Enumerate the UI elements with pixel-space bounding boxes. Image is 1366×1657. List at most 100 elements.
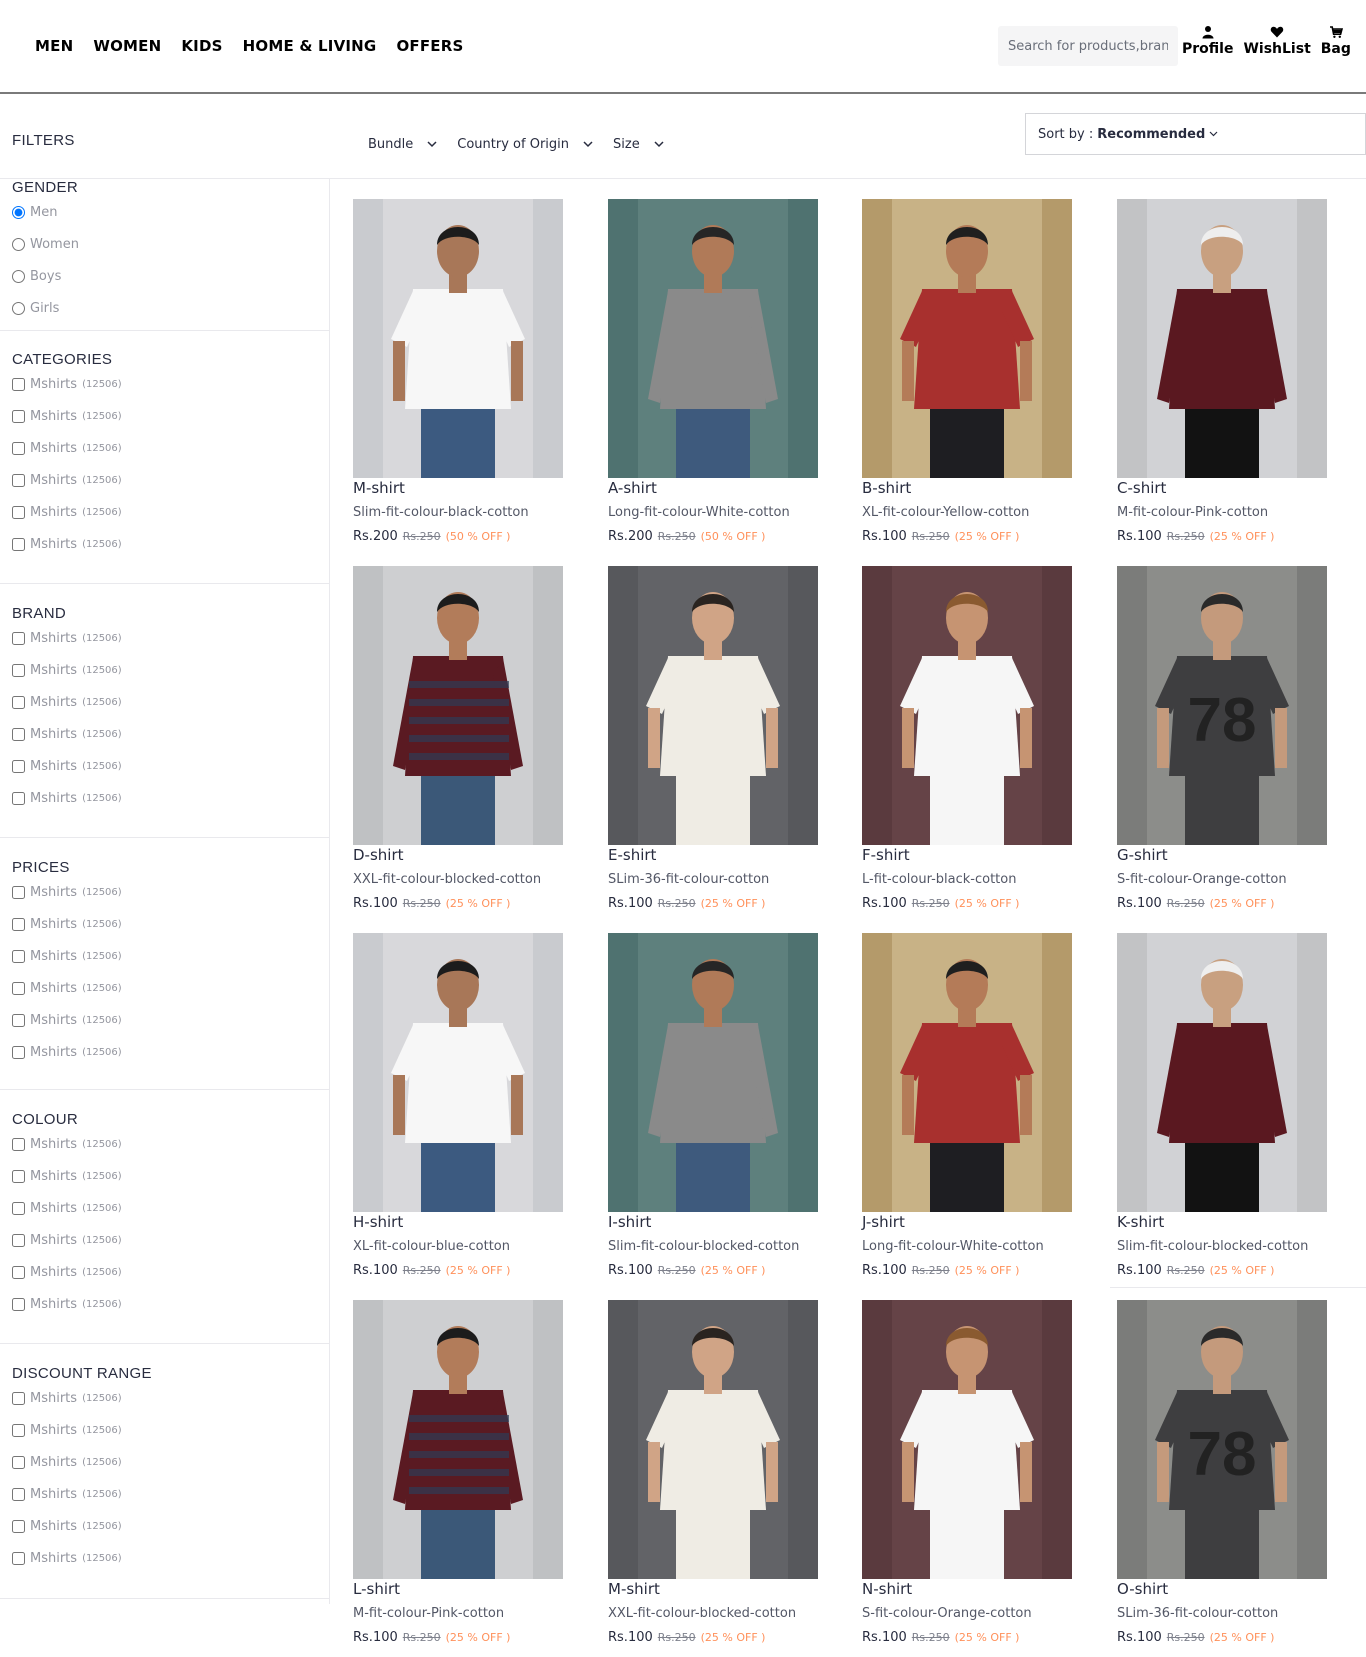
filter-option[interactable]: Mshirts (12506) <box>12 981 122 996</box>
product-image[interactable] <box>608 566 818 845</box>
filter-checkbox[interactable] <box>12 1046 25 1059</box>
nav-men[interactable]: MEN <box>35 37 73 55</box>
nav-home-living[interactable]: HOME & LIVING <box>243 37 377 55</box>
filter-checkbox[interactable] <box>12 1234 25 1247</box>
product-card[interactable]: N-shirt S-fit-colour-Orange-cotton Rs.100 R… <box>862 1300 1074 1645</box>
product-card[interactable]: H-shirt XL-fit-colour-blue-cotton Rs.100 Rs… <box>353 933 565 1278</box>
product-card[interactable]: L-shirt M-fit-colour-Pink-cotton Rs.100 Rs.… <box>353 1300 565 1645</box>
gender-option-men[interactable]: Men <box>12 205 57 220</box>
product-card[interactable]: E-shirt SLim-36-fit-colour-cotton Rs.100 Rs… <box>608 566 820 911</box>
gender-option-girls[interactable]: Girls <box>12 301 59 316</box>
filter-checkbox[interactable] <box>12 1424 25 1437</box>
filter-option[interactable]: Mshirts (12506) <box>12 1013 122 1028</box>
product-image[interactable] <box>353 933 563 1212</box>
filter-option[interactable]: Mshirts (12506) <box>12 1423 122 1438</box>
filter-option[interactable]: Mshirts (12506) <box>12 791 122 806</box>
filter-checkbox[interactable] <box>12 1392 25 1405</box>
product-image[interactable] <box>353 1300 563 1579</box>
product-card[interactable]: J-shirt Long-fit-colour-White-cotton Rs.10… <box>862 933 1074 1278</box>
filter-option[interactable]: Mshirts (12506) <box>12 473 122 488</box>
filter-option[interactable]: Mshirts (12506) <box>12 1551 122 1566</box>
filter-checkbox[interactable] <box>12 886 25 899</box>
filter-option[interactable]: Mshirts (12506) <box>12 409 122 424</box>
product-card[interactable]: D-shirt XXL-fit-colour-blocked-cotton Rs.1… <box>353 566 565 911</box>
filter-checkbox[interactable] <box>12 982 25 995</box>
filter-checkbox[interactable] <box>12 1170 25 1183</box>
product-card[interactable]: M-shirt Slim-fit-colour-black-cotton Rs.20… <box>353 199 565 544</box>
filter-option[interactable]: Mshirts (12506) <box>12 377 122 392</box>
filter-checkbox[interactable] <box>12 1266 25 1279</box>
filter-size[interactable]: Size <box>613 137 664 152</box>
bag-button[interactable]: Bag <box>1321 25 1351 57</box>
filter-option[interactable]: Mshirts (12506) <box>12 505 122 520</box>
gender-radio[interactable] <box>12 206 25 219</box>
nav-kids[interactable]: KIDS <box>181 37 222 55</box>
product-image[interactable] <box>353 566 563 845</box>
filter-option[interactable]: Mshirts (12506) <box>12 1455 122 1470</box>
product-image[interactable] <box>1117 933 1327 1212</box>
product-image[interactable] <box>608 933 818 1212</box>
filter-checkbox[interactable] <box>12 1138 25 1151</box>
product-card[interactable]: K-shirt Slim-fit-colour-blocked-cotton Rs.… <box>1117 933 1329 1278</box>
filter-option[interactable]: Mshirts (12506) <box>12 441 122 456</box>
filter-checkbox[interactable] <box>12 1488 25 1501</box>
filter-option[interactable]: Mshirts (12506) <box>12 1265 122 1280</box>
filter-checkbox[interactable] <box>12 538 25 551</box>
product-image[interactable] <box>862 933 1072 1212</box>
filter-checkbox[interactable] <box>12 1456 25 1469</box>
filter-checkbox[interactable] <box>12 1202 25 1215</box>
filter-option[interactable]: Mshirts (12506) <box>12 1137 122 1152</box>
filter-checkbox[interactable] <box>12 474 25 487</box>
nav-offers[interactable]: OFFERS <box>396 37 463 55</box>
filter-checkbox[interactable] <box>12 664 25 677</box>
product-image[interactable]: 78 <box>1117 566 1327 845</box>
filter-option[interactable]: Mshirts (12506) <box>12 1487 122 1502</box>
product-card[interactable]: 78 G-shirt S-fit-colour-Orange-cotton Rs.10… <box>1117 566 1329 911</box>
filter-checkbox[interactable] <box>12 506 25 519</box>
product-image[interactable] <box>608 199 818 478</box>
product-card[interactable]: M-shirt XXL-fit-colour-blocked-cotton Rs.1… <box>608 1300 820 1645</box>
filter-checkbox[interactable] <box>12 378 25 391</box>
filter-option[interactable]: Mshirts (12506) <box>12 663 122 678</box>
product-card[interactable]: A-shirt Long-fit-colour-White-cotton Rs.20… <box>608 199 820 544</box>
filter-option[interactable]: Mshirts (12506) <box>12 949 122 964</box>
filter-checkbox[interactable] <box>12 696 25 709</box>
product-image[interactable] <box>1117 199 1327 478</box>
gender-radio[interactable] <box>12 270 25 283</box>
product-card[interactable]: F-shirt L-fit-colour-black-cotton Rs.100 Rs… <box>862 566 1074 911</box>
filter-option[interactable]: Mshirts (12506) <box>12 917 122 932</box>
filter-checkbox[interactable] <box>12 1014 25 1027</box>
product-card[interactable]: B-shirt XL-fit-colour-Yellow-cotton Rs.100… <box>862 199 1074 544</box>
gender-radio[interactable] <box>12 302 25 315</box>
gender-option-boys[interactable]: Boys <box>12 269 61 284</box>
product-card[interactable]: 78 O-shirt SLim-36-fit-colour-cotton Rs.100… <box>1117 1300 1329 1645</box>
filter-checkbox[interactable] <box>12 632 25 645</box>
product-card[interactable]: I-shirt Slim-fit-colour-blocked-cotton Rs.… <box>608 933 820 1278</box>
filter-country-of-origin[interactable]: Country of Origin <box>457 137 593 152</box>
search-input[interactable] <box>998 26 1178 66</box>
filter-option[interactable]: Mshirts (12506) <box>12 1233 122 1248</box>
filter-checkbox[interactable] <box>12 792 25 805</box>
filter-checkbox[interactable] <box>12 918 25 931</box>
product-image[interactable]: 78 <box>1117 1300 1327 1579</box>
filter-checkbox[interactable] <box>12 1298 25 1311</box>
filter-bundle[interactable]: Bundle <box>368 137 437 152</box>
filter-option[interactable]: Mshirts (12506) <box>12 695 122 710</box>
filter-checkbox[interactable] <box>12 760 25 773</box>
filter-option[interactable]: Mshirts (12506) <box>12 631 122 646</box>
gender-radio[interactable] <box>12 238 25 251</box>
filter-option[interactable]: Mshirts (12506) <box>12 885 122 900</box>
filter-checkbox[interactable] <box>12 728 25 741</box>
wishlist-button[interactable]: WishList <box>1243 25 1311 57</box>
filter-option[interactable]: Mshirts (12506) <box>12 537 122 552</box>
filter-checkbox[interactable] <box>12 1520 25 1533</box>
filter-option[interactable]: Mshirts (12506) <box>12 1519 122 1534</box>
product-card[interactable]: C-shirt M-fit-colour-Pink-cotton Rs.100 Rs.… <box>1117 199 1329 544</box>
sort-dropdown[interactable]: Sort by : Recommended <box>1025 113 1366 155</box>
profile-button[interactable]: Profile <box>1182 25 1233 57</box>
filter-checkbox[interactable] <box>12 442 25 455</box>
filter-option[interactable]: Mshirts (12506) <box>12 1391 122 1406</box>
gender-option-women[interactable]: Women <box>12 237 79 252</box>
filter-option[interactable]: Mshirts (12506) <box>12 727 122 742</box>
filter-option[interactable]: Mshirts (12506) <box>12 759 122 774</box>
